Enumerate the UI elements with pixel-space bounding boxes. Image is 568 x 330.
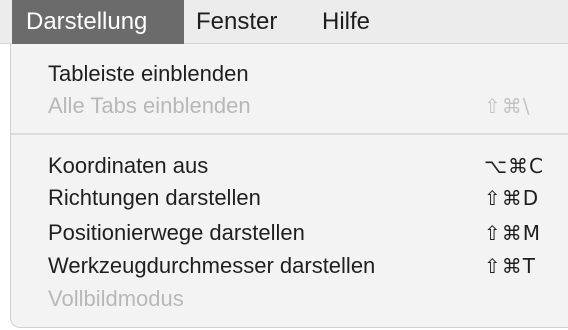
darstellung-dropdown-menu: Tableiste einblenden Alle Tabs einblende… [10,44,568,328]
menu-item-positionierwege-darstellen[interactable]: Positionierwege darstellen ⇧⌘M [11,216,568,250]
menu-item-alle-tabs-einblenden: Alle Tabs einblenden ⇧⌘\ [11,89,568,123]
menu-item-label: Werkzeugdurchmesser darstellen [48,253,376,278]
menu-item-shortcut: ⇧⌘M [484,221,542,245]
menu-item-shortcut: ⌥⌘C [484,154,545,178]
menu-item-tableiste-einblenden[interactable]: Tableiste einblenden [11,57,568,91]
menu-item-label: Tableiste einblenden [48,61,249,86]
menu-item-shortcut: ⇧⌘D [484,186,540,210]
menu-item-label: Richtungen darstellen [48,185,261,210]
menu-item-werkzeugdurchmesser-darstellen[interactable]: Werkzeugdurchmesser darstellen ⇧⌘T [11,249,568,283]
menu-separator [11,133,568,135]
menu-item-shortcut: ⇧⌘T [484,254,536,278]
menu-item-richtungen-darstellen[interactable]: Richtungen darstellen ⇧⌘D [11,181,568,215]
menu-bar: Darstellung Fenster Hilfe [0,0,568,44]
menu-item-label: Koordinaten aus [48,153,209,178]
menu-hilfe[interactable]: Hilfe [322,0,370,44]
menu-darstellung[interactable]: Darstellung [12,0,184,44]
menu-item-label: Positionierwege darstellen [48,220,305,245]
menu-item-koordinaten-aus[interactable]: Koordinaten aus ⌥⌘C [11,149,568,183]
menu-item-shortcut: ⇧⌘\ [484,94,531,118]
menu-item-label: Vollbildmodus [48,286,184,311]
screen: Darstellung Fenster Hilfe Tableiste einb… [0,0,568,330]
menu-fenster[interactable]: Fenster [196,0,277,44]
menu-item-label: Alle Tabs einblenden [48,93,251,118]
menu-item-vollbildmodus: Vollbildmodus [11,282,568,316]
